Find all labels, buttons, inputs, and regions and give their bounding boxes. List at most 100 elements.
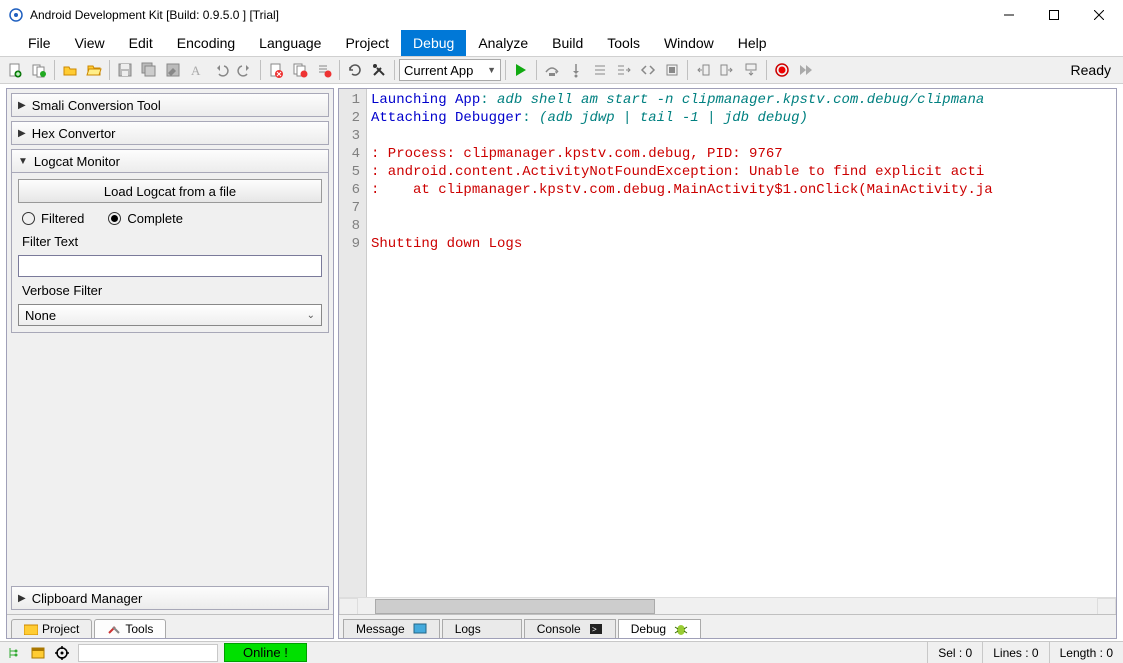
step-line-icon[interactable] [613,59,635,81]
clipboard-panel-header[interactable]: ▶ Clipboard Manager [11,586,329,610]
menu-tools[interactable]: Tools [595,30,652,56]
code-icon[interactable] [637,59,659,81]
logcat-panel-header[interactable]: ▼ Logcat Monitor [11,149,329,173]
menu-language[interactable]: Language [247,30,333,56]
status-sel: Sel : 0 [927,642,982,663]
logs-icon [489,623,503,635]
hex-panel-title: Hex Convertor [32,126,116,141]
menu-encoding[interactable]: Encoding [165,30,247,56]
sidebar-tabs: Project Tools [7,614,333,638]
step-into-icon[interactable] [565,59,587,81]
expand-right-icon: ▶ [18,593,26,604]
font-icon[interactable]: A [186,59,208,81]
expand-right-icon: ▶ [18,128,26,139]
frame-icon[interactable] [661,59,683,81]
svg-text:A: A [191,63,201,78]
svg-text:>: > [592,625,597,634]
exit-down-icon[interactable] [740,59,762,81]
verbose-filter-label: Verbose Filter [18,283,322,298]
tree-icon[interactable] [4,644,24,662]
menu-debug[interactable]: Debug [401,30,466,56]
menu-analyze[interactable]: Analyze [466,30,540,56]
undo-icon[interactable] [210,59,232,81]
logcat-panel-title: Logcat Monitor [34,154,120,169]
window-title: Android Development Kit [Build: 0.9.5.0 … [30,8,986,22]
filtered-radio[interactable]: Filtered [22,211,84,226]
ready-status: Ready [1071,62,1119,78]
verbose-filter-select[interactable]: None⌄ [18,304,322,326]
docs-delete-icon[interactable] [289,59,311,81]
window-icon[interactable] [28,644,48,662]
output-tab-logs[interactable]: Logs [442,619,522,638]
refresh-icon[interactable] [344,59,366,81]
menu-view[interactable]: View [63,30,117,56]
open-folder-icon[interactable] [83,59,105,81]
complete-radio[interactable]: Complete [108,211,183,226]
list-delete-icon[interactable] [313,59,335,81]
debug-icon [674,623,688,635]
app-icon [8,7,24,23]
online-badge: Online ! [224,643,307,662]
exit-left-icon[interactable] [692,59,714,81]
editor-pane: 123456789 Launching App: adb shell am st… [338,88,1117,639]
tab-tools[interactable]: Tools [94,619,166,638]
smali-panel-title: Smali Conversion Tool [32,98,161,113]
menu-project[interactable]: Project [333,30,401,56]
hex-panel-header[interactable]: ▶ Hex Convertor [11,121,329,145]
menu-bar: FileViewEditEncodingLanguageProjectDebug… [0,30,1123,56]
clipboard-panel-title: Clipboard Manager [32,591,143,606]
run-icon[interactable] [510,59,532,81]
menu-help[interactable]: Help [726,30,779,56]
save-all-icon[interactable] [138,59,160,81]
status-lines: Lines : 0 [982,642,1048,663]
new-project-icon[interactable] [28,59,50,81]
new-file-icon[interactable] [4,59,26,81]
menu-window[interactable]: Window [652,30,726,56]
open-file-icon[interactable] [59,59,81,81]
run-target-combo[interactable]: Current App ▼ [399,59,501,81]
step-over-icon[interactable] [541,59,563,81]
line-gutter: 123456789 [339,89,367,597]
output-tab-console[interactable]: Console> [524,619,616,638]
output-tab-debug[interactable]: Debug [618,619,701,638]
exit-right-icon[interactable] [716,59,738,81]
chevron-down-icon: ⌄ [307,310,315,321]
gear-icon[interactable] [52,644,72,662]
menu-build[interactable]: Build [540,30,595,56]
status-bar: Online ! Sel : 0 Lines : 0 Length : 0 [0,641,1123,663]
expand-down-icon: ▼ [18,156,28,167]
run-target-label: Current App [404,63,473,78]
message-icon [413,623,427,635]
doc-delete-icon[interactable] [265,59,287,81]
horizontal-scrollbar[interactable] [339,597,1116,614]
expand-right-icon: ▶ [18,100,26,111]
console-icon: > [589,623,603,635]
output-tab-message[interactable]: Message [343,619,440,638]
maximize-button[interactable] [1031,0,1076,29]
sidebar: ▶ Smali Conversion Tool ▶ Hex Convertor ▼ L… [6,88,334,639]
load-logcat-button[interactable]: Load Logcat from a file [18,179,322,203]
code-view[interactable]: Launching App: adb shell am start -n cli… [367,89,1116,597]
save-as-icon[interactable] [162,59,184,81]
smali-panel-header[interactable]: ▶ Smali Conversion Tool [11,93,329,117]
fast-forward-icon[interactable] [795,59,817,81]
output-tabs: MessageLogsConsole>Debug [339,614,1116,638]
filter-text-input[interactable] [18,255,322,277]
save-icon[interactable] [114,59,136,81]
filter-text-label: Filter Text [18,234,322,249]
close-button[interactable] [1076,0,1121,29]
tab-project[interactable]: Project [11,619,92,638]
logcat-panel-body: Load Logcat from a file Filtered Complet… [11,173,329,333]
record-icon[interactable] [771,59,793,81]
menu-file[interactable]: File [16,30,63,56]
chevron-down-icon: ▼ [487,65,496,75]
status-length: Length : 0 [1049,642,1123,663]
minimize-button[interactable] [986,0,1031,29]
settings-icon[interactable] [368,59,390,81]
step-out-icon[interactable] [589,59,611,81]
title-bar: Android Development Kit [Build: 0.9.5.0 … [0,0,1123,30]
redo-icon[interactable] [234,59,256,81]
main-toolbar: A Current App ▼ Ready [0,56,1123,84]
status-empty-field [78,644,218,662]
menu-edit[interactable]: Edit [117,30,165,56]
